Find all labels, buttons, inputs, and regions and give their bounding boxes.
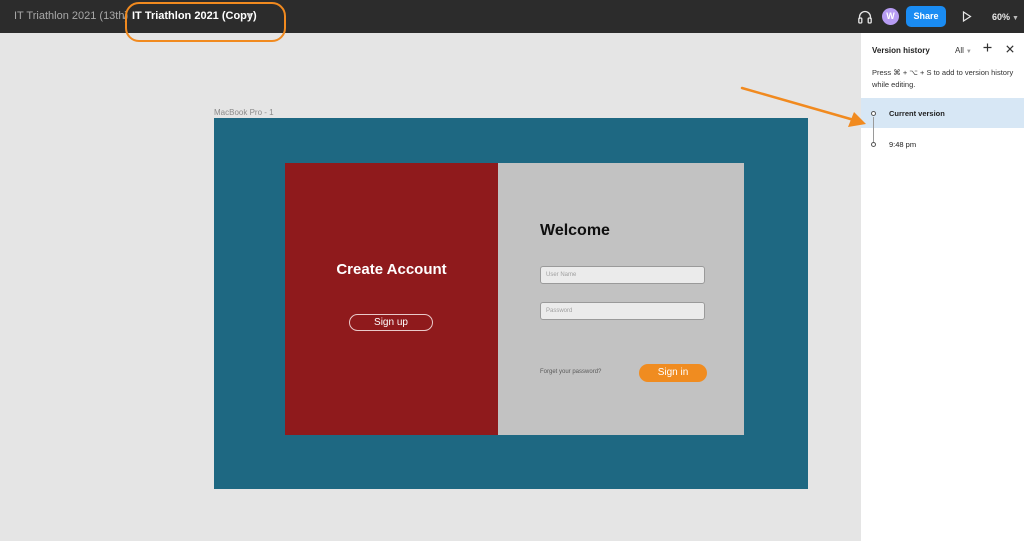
chevron-down-icon: ▼ [965,49,972,55]
login-card: Create Account Sign up Welcome User Name… [285,163,744,435]
close-icon[interactable] [1006,45,1014,53]
version-filter-dropdown[interactable]: All ▼ [955,46,972,55]
version-item-948pm[interactable]: 9:48 pm [889,140,916,149]
version-history-title: Version history [872,46,930,55]
plus-icon[interactable] [983,43,992,52]
chevron-down-icon: ▼ [1012,15,1019,22]
timeline-dot-icon [871,142,876,147]
breadcrumb-separator: / [124,10,128,22]
version-history-hint: Press ⌘ + ⌥ + S to add to version histor… [872,68,1014,89]
sign-in-button[interactable]: Sign in [639,364,707,382]
password-field[interactable]: Password [540,302,705,320]
breadcrumb-current-file[interactable]: IT Triathlon 2021 (Copy) [132,10,257,22]
timeline-dot-icon [871,111,876,116]
username-field[interactable]: User Name [540,266,705,284]
create-account-title: Create Account [336,261,447,278]
frame-label[interactable]: MacBook Pro - 1 [214,108,274,117]
headphones-icon[interactable] [857,9,873,25]
version-filter-label: All [955,46,964,55]
zoom-level: 60% [992,12,1011,22]
share-button[interactable]: Share [906,6,946,27]
version-item-label: Current version [889,109,945,118]
avatar[interactable]: W [882,8,899,25]
version-item-current[interactable]: Current version [861,98,1024,128]
top-toolbar: IT Triathlon 2021 (13th) / IT Triathlon … [0,0,1024,33]
welcome-panel: Welcome User Name Password Forget your p… [498,163,744,435]
welcome-title: Welcome [540,222,610,239]
chevron-down-icon[interactable]: ▼ [245,11,253,20]
version-history-panel: Version history All ▼ Press ⌘ + ⌥ + S to … [861,33,1024,541]
zoom-menu[interactable]: 60% ▼ [992,12,1019,22]
play-icon[interactable] [962,11,972,22]
forgot-password-link[interactable]: Forget your password? [540,369,601,375]
sign-up-button[interactable]: Sign up [349,314,433,331]
create-account-panel: Create Account Sign up [285,163,498,435]
timeline-line [873,117,874,142]
breadcrumb-parent-file[interactable]: IT Triathlon 2021 (13th) [14,10,128,22]
